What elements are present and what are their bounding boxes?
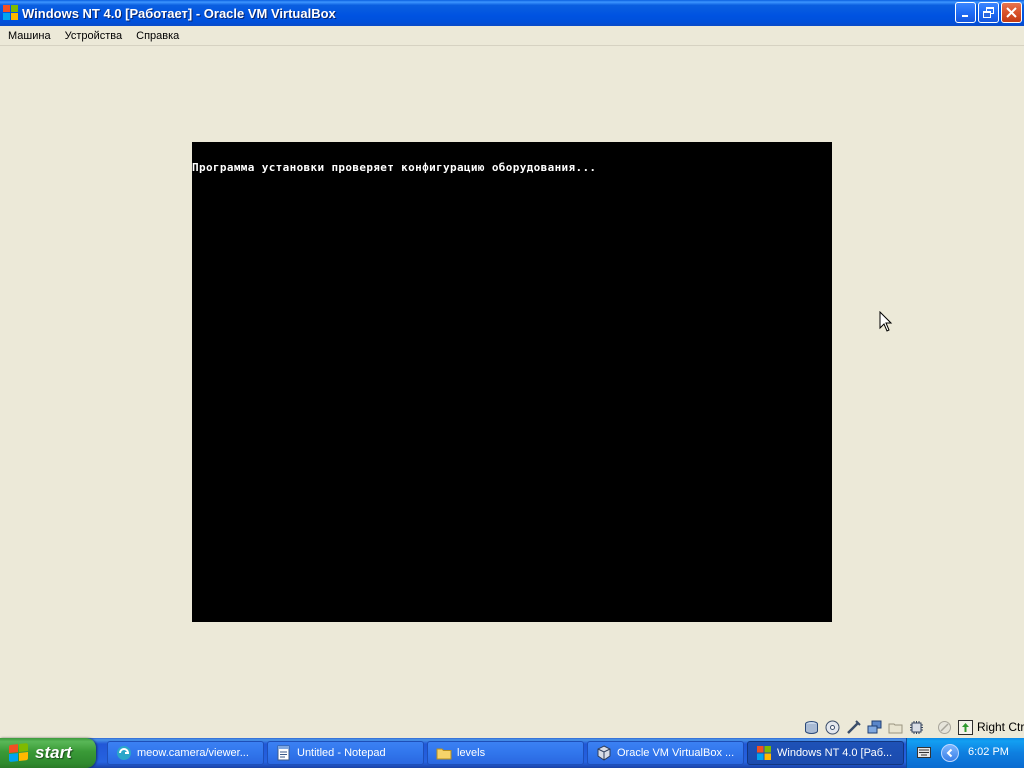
task-label: Untitled - Notepad bbox=[297, 747, 386, 759]
close-button[interactable] bbox=[1001, 2, 1022, 23]
clock[interactable]: 6:02 PM bbox=[968, 746, 1009, 758]
keyboard-icon[interactable] bbox=[917, 747, 931, 758]
windows-flag-icon bbox=[9, 743, 29, 763]
menu-machine[interactable]: Машина bbox=[1, 26, 58, 46]
menu-devices[interactable]: Устройства bbox=[58, 26, 130, 46]
menu-bar: Машина Устройства Справка bbox=[0, 26, 1024, 46]
close-icon bbox=[1006, 7, 1017, 18]
cpu-icon[interactable] bbox=[909, 720, 924, 735]
minimize-button[interactable] bbox=[955, 2, 976, 23]
virtualbox-icon bbox=[597, 745, 611, 761]
chevron-left-icon bbox=[946, 748, 953, 758]
host-key-icon bbox=[958, 720, 973, 735]
task-label: levels bbox=[457, 747, 486, 759]
setup-console-text: Программа установки проверяет конфигурац… bbox=[192, 161, 597, 174]
windows-logo-icon bbox=[3, 5, 19, 21]
mouse-cursor-icon bbox=[879, 311, 893, 332]
network-icon[interactable] bbox=[867, 720, 882, 735]
host-key-label: Right Ctrl bbox=[977, 720, 1024, 734]
task-label: Oracle VM VirtualBox ... bbox=[617, 747, 735, 759]
taskbar-item-virtualbox-manager[interactable]: Oracle VM VirtualBox ... bbox=[587, 741, 744, 765]
notepad-icon bbox=[277, 745, 290, 761]
taskbar-item-notepad[interactable]: Untitled - Notepad bbox=[267, 741, 424, 765]
optical-drive-icon[interactable] bbox=[825, 720, 840, 735]
system-tray: 6:02 PM bbox=[906, 738, 1024, 768]
menu-help[interactable]: Справка bbox=[129, 26, 186, 46]
restore-icon bbox=[982, 6, 994, 18]
show-hidden-icons-button[interactable] bbox=[941, 744, 959, 762]
guest-display[interactable]: Программа установки проверяет конфигурац… bbox=[192, 142, 832, 622]
task-label: Windows NT 4.0 [Раб... bbox=[777, 747, 893, 759]
hard-disk-icon[interactable] bbox=[804, 720, 819, 735]
taskbar-item-windows-nt-vm[interactable]: Windows NT 4.0 [Раб... bbox=[747, 741, 904, 765]
start-button[interactable]: start bbox=[0, 738, 96, 768]
taskbar: start meow.camera/viewer... Untitled - N… bbox=[0, 738, 1024, 768]
shared-folders-icon[interactable] bbox=[888, 720, 903, 735]
taskbar-item-browser[interactable]: meow.camera/viewer... bbox=[107, 741, 264, 765]
browser-icon bbox=[117, 746, 131, 760]
task-label: meow.camera/viewer... bbox=[137, 747, 249, 759]
virtualbox-window: Windows NT 4.0 [Работает] - Oracle VM Vi… bbox=[0, 0, 1024, 738]
windows-icon bbox=[757, 746, 771, 760]
mouse-integration-icon[interactable] bbox=[937, 720, 952, 735]
minimize-icon bbox=[961, 14, 968, 17]
folder-icon bbox=[436, 748, 452, 760]
restore-button[interactable] bbox=[978, 2, 999, 23]
usb-icon[interactable] bbox=[846, 720, 861, 735]
vm-status-bar: Right Ctrl bbox=[0, 716, 1024, 738]
taskbar-item-folder[interactable]: levels bbox=[427, 741, 584, 765]
start-label: start bbox=[35, 743, 72, 762]
title-bar[interactable]: Windows NT 4.0 [Работает] - Oracle VM Vi… bbox=[0, 0, 1024, 26]
window-title: Windows NT 4.0 [Работает] - Oracle VM Vi… bbox=[22, 5, 336, 21]
